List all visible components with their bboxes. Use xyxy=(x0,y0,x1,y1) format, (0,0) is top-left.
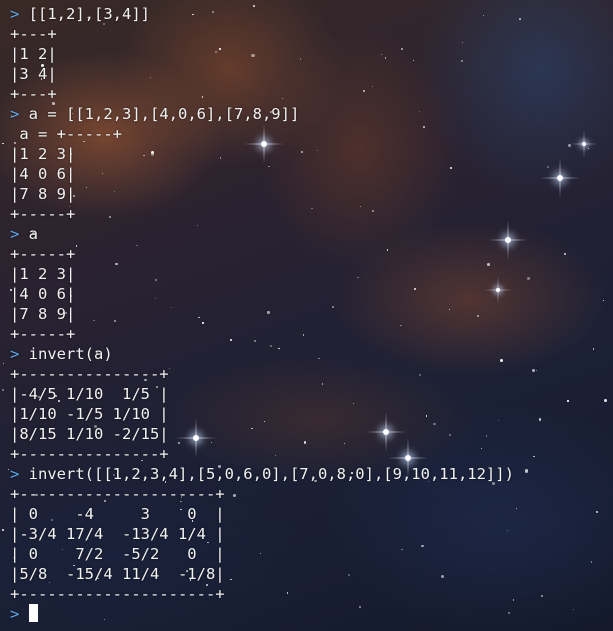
terminal-window[interactable]: > [[1,2],[3,4]] +---+ |1 2| |3 4| +---+ > a =… xyxy=(0,0,613,631)
output-line: +---+ xyxy=(10,85,57,103)
output-line: |1 2| xyxy=(10,45,57,63)
output-line: a = +-----+ xyxy=(10,125,122,143)
output-line: |-3/4 17/4 -13/4 1/4 | xyxy=(10,525,225,543)
star xyxy=(536,370,538,372)
output-line: | 0 7/2 -5/2 0 | xyxy=(10,545,225,563)
output-line: |8/15 1/10 -2/15| xyxy=(10,425,169,443)
star xyxy=(593,348,595,350)
output-line: +---------------------+ xyxy=(10,585,225,603)
output-line: |5/8 -15/4 11/4 -1/8| xyxy=(10,565,225,583)
star xyxy=(532,368,535,372)
star xyxy=(567,143,571,147)
output-line: +---------------+ xyxy=(10,365,169,383)
command-text: invert([[1,2,3,4],[5,0,6,0],[7,0,8,0],[9… xyxy=(19,465,514,483)
output-line: |1 2 3| xyxy=(10,265,76,283)
prompt-icon: > xyxy=(10,605,20,623)
star xyxy=(524,469,529,473)
star xyxy=(590,561,593,563)
output-line: +-----+ xyxy=(10,205,76,223)
output-line: |-4/5 1/10 1/5 | xyxy=(10,385,169,403)
command-text: invert(a) xyxy=(19,345,113,363)
output-line: +---+ xyxy=(10,25,57,43)
output-line: +-----+ xyxy=(10,325,76,343)
star xyxy=(602,300,605,302)
star xyxy=(533,455,535,457)
bright-star xyxy=(570,130,598,158)
command-text: [[1,2],[3,4]] xyxy=(19,5,150,23)
output-line: |7 8 9| xyxy=(10,305,76,323)
star xyxy=(572,609,574,611)
output-line: |1 2 3| xyxy=(10,145,76,163)
output-line: |7 8 9| xyxy=(10,185,76,203)
star xyxy=(2,142,4,145)
star xyxy=(564,253,567,256)
command-text: a = [[1,2,3],[4,0,6],[7,8,9]] xyxy=(19,105,300,123)
star xyxy=(540,595,543,598)
star xyxy=(538,418,542,421)
command-input[interactable] xyxy=(19,605,28,623)
output-line: |4 0 6| xyxy=(10,285,76,303)
output-line: +---------------------+ xyxy=(10,485,225,503)
prompt-icon: > xyxy=(10,225,20,243)
star xyxy=(1,528,5,531)
output-line: |1/10 -1/5 1/10 | xyxy=(10,405,169,423)
output-line: +---------------+ xyxy=(10,445,169,463)
output-line: |4 0 6| xyxy=(10,165,76,183)
output-line: +-----+ xyxy=(10,245,76,263)
star xyxy=(546,166,549,169)
command-line: > a = [[1,2,3],[4,0,6],[7,8,9]] xyxy=(10,104,514,124)
text-cursor xyxy=(28,604,38,622)
command-line: > a xyxy=(10,224,514,244)
star xyxy=(567,400,569,402)
star xyxy=(2,389,4,391)
output-line: | 0 -4 3 0 | xyxy=(10,505,225,523)
star xyxy=(603,398,607,402)
bright-star xyxy=(540,158,580,198)
prompt-icon: > xyxy=(10,105,20,123)
active-prompt-line[interactable]: > xyxy=(10,604,514,624)
star xyxy=(515,507,517,509)
command-text: a xyxy=(19,225,39,243)
command-line: > invert(a) xyxy=(10,344,514,364)
terminal-output: > [[1,2],[3,4]] +---+ |1 2| |3 4| +---+ > a =… xyxy=(10,4,514,624)
output-line: |3 4| xyxy=(10,65,57,83)
star xyxy=(587,147,589,149)
prompt-icon: > xyxy=(10,345,20,363)
star xyxy=(3,362,5,364)
command-line: > invert([[1,2,3,4],[5,0,6,0],[7,0,8,0],… xyxy=(10,464,514,484)
star xyxy=(519,18,521,21)
prompt-icon: > xyxy=(10,465,20,483)
prompt-icon: > xyxy=(10,5,20,23)
star xyxy=(596,511,598,513)
star xyxy=(526,277,530,280)
command-line: > [[1,2],[3,4]] xyxy=(10,4,514,24)
star xyxy=(7,468,9,470)
